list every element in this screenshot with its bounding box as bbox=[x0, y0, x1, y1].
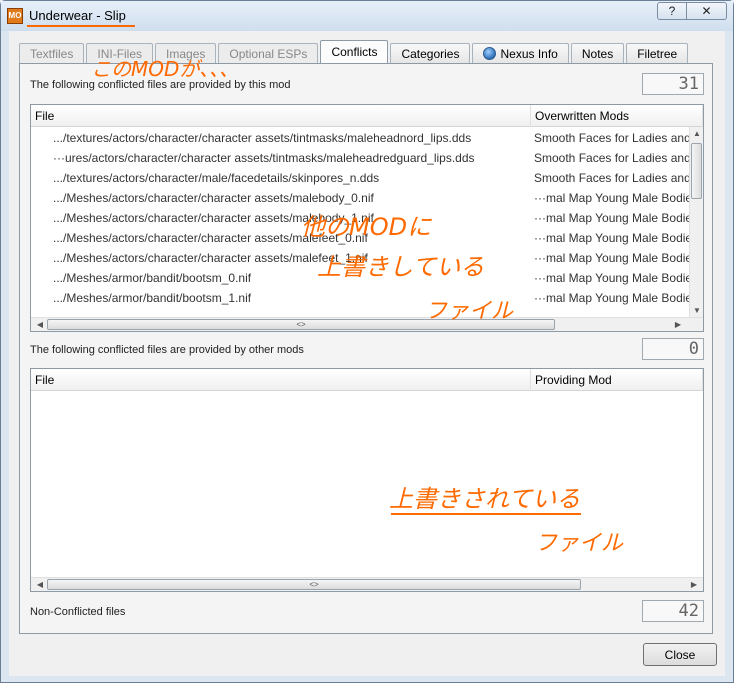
overwrites-vertical-scrollbar[interactable]: ▲ ▼ bbox=[689, 127, 703, 317]
mod-name-cell: ···mal Map Young Male Bodies bbox=[534, 191, 689, 205]
tab-categories[interactable]: Categories bbox=[390, 43, 471, 63]
overwritten-table-header: File Providing Mod bbox=[31, 369, 703, 391]
nonconflicted-count: 42 bbox=[642, 600, 704, 622]
scroll-left-icon[interactable]: ◀ bbox=[33, 580, 47, 589]
mod-info-window: MO Underwear - Slip ? ✕ Textfiles INI-Fi… bbox=[0, 0, 734, 683]
mod-organizer-icon: MO bbox=[7, 8, 23, 24]
file-path-cell: .../textures/actors/character/character … bbox=[53, 131, 472, 145]
overwritten-table[interactable]: File Providing Mod ◀ <> ▶ bbox=[30, 368, 704, 592]
tab-images[interactable]: Images bbox=[155, 43, 217, 63]
tab-textfiles[interactable]: Textfiles bbox=[19, 43, 85, 63]
tab-notes[interactable]: Notes bbox=[570, 43, 625, 63]
close-button[interactable]: Close bbox=[643, 643, 717, 666]
overwrites-horizontal-scroll-thumb[interactable]: <> bbox=[47, 319, 555, 330]
dialog-client-area: Textfiles INI-Files Images Optional ESPs… bbox=[9, 31, 725, 676]
overwrites-label: The following conflicted files are provi… bbox=[30, 79, 291, 91]
overwritten-horizontal-scroll-thumb[interactable]: <> bbox=[47, 579, 581, 590]
tab-optional-esps[interactable]: Optional ESPs bbox=[218, 43, 319, 63]
title-buttons: ? ✕ bbox=[657, 2, 727, 20]
overwrites-horizontal-scrollbar[interactable]: ◀ <> ▶ bbox=[31, 317, 703, 331]
table-row[interactable]: .../Meshes/actors/character/character as… bbox=[31, 248, 689, 268]
file-path-cell: ···ures/actors/character/character asset… bbox=[53, 151, 475, 165]
overwritten-horizontal-scrollbar[interactable]: ◀ <> ▶ bbox=[31, 577, 703, 591]
scroll-up-icon[interactable]: ▲ bbox=[690, 129, 703, 138]
overwritten-label: The following conflicted files are provi… bbox=[30, 344, 304, 356]
overwrites-count: 31 bbox=[642, 73, 704, 95]
file-path-cell: .../Meshes/actors/character/character as… bbox=[53, 211, 374, 225]
column-header-providing-mod[interactable]: Providing Mod bbox=[531, 369, 703, 391]
column-header-file[interactable]: File bbox=[31, 105, 531, 127]
mod-name-cell: ···mal Map Young Male Bodies bbox=[534, 291, 689, 305]
scroll-right-icon[interactable]: ▶ bbox=[671, 320, 685, 329]
file-path-cell: .../Meshes/actors/character/character as… bbox=[53, 191, 374, 205]
tab-nexus-info[interactable]: Nexus Info bbox=[472, 43, 569, 63]
globe-icon bbox=[483, 47, 497, 60]
scroll-right-icon[interactable]: ▶ bbox=[687, 580, 701, 589]
scroll-left-icon[interactable]: ◀ bbox=[33, 320, 47, 329]
mod-name-cell: ···mal Map Young Male Bodies bbox=[534, 251, 689, 265]
nonconflicted-label: Non-Conflicted files bbox=[30, 606, 126, 618]
file-path-cell: .../textures/actors/character/male/faced… bbox=[53, 171, 380, 185]
file-path-cell: .../Meshes/actors/character/character as… bbox=[53, 251, 368, 265]
title-underline-annotation bbox=[27, 25, 135, 27]
tab-bar: Textfiles INI-Files Images Optional ESPs… bbox=[19, 40, 690, 63]
file-path-cell: .../Meshes/armor/bandit/bootsm_0.nif bbox=[53, 271, 252, 285]
mod-name-cell: ···mal Map Young Male Bodies bbox=[534, 231, 689, 245]
conflicts-panel: The following conflicted files are provi… bbox=[19, 63, 713, 634]
scroll-down-icon[interactable]: ▼ bbox=[690, 306, 703, 315]
file-path-cell: .../Meshes/actors/character/character as… bbox=[53, 231, 368, 245]
file-path-cell: .../Meshes/armor/bandit/bootsm_1.nif bbox=[53, 291, 252, 305]
close-icon: ✕ bbox=[701, 4, 712, 18]
help-button[interactable]: ? bbox=[657, 2, 687, 20]
table-row[interactable]: .../textures/actors/character/male/faced… bbox=[31, 168, 689, 188]
mod-name-cell: Smooth Faces for Ladies and Gents bbox=[534, 171, 689, 185]
table-row[interactable]: .../Meshes/actors/character/character as… bbox=[31, 188, 689, 208]
mod-name-cell: Smooth Faces for Ladies and Gents bbox=[534, 131, 689, 145]
table-row[interactable]: .../textures/actors/character/character … bbox=[31, 128, 689, 148]
window-title: Underwear - Slip bbox=[29, 8, 126, 23]
tab-conflicts[interactable]: Conflicts bbox=[320, 40, 389, 63]
window-close-button[interactable]: ✕ bbox=[687, 2, 727, 20]
mod-name-cell: ···mal Map Young Male Bodies bbox=[534, 271, 689, 285]
mod-name-cell: ···mal Map Young Male Bodies bbox=[534, 211, 689, 225]
column-header-overwritten-mods[interactable]: Overwritten Mods bbox=[531, 105, 703, 127]
tab-nexus-info-label: Nexus Info bbox=[500, 46, 558, 61]
table-row[interactable]: .../Meshes/armor/bandit/bootsm_0.nif ···m… bbox=[31, 268, 689, 288]
mod-name-cell: Smooth Faces for Ladies and Gents bbox=[534, 151, 689, 165]
overwrites-vertical-scroll-thumb[interactable] bbox=[691, 143, 702, 199]
overwritten-count: 0 bbox=[642, 338, 704, 360]
overwrites-table-header: File Overwritten Mods bbox=[31, 105, 703, 127]
tab-filetree[interactable]: Filetree bbox=[626, 43, 689, 63]
tab-ini-files[interactable]: INI-Files bbox=[86, 43, 154, 63]
table-row[interactable]: ···ures/actors/character/character asset… bbox=[31, 148, 689, 168]
column-header-file[interactable]: File bbox=[31, 369, 531, 391]
table-row[interactable]: .../Meshes/actors/character/character as… bbox=[31, 228, 689, 248]
overwrites-table[interactable]: File Overwritten Mods .../textures/actor… bbox=[30, 104, 704, 332]
table-row[interactable]: .../Meshes/armor/bandit/bootsm_1.nif ···m… bbox=[31, 288, 689, 308]
annotation-underline bbox=[391, 513, 581, 515]
table-row[interactable]: .../Meshes/actors/character/character as… bbox=[31, 208, 689, 228]
